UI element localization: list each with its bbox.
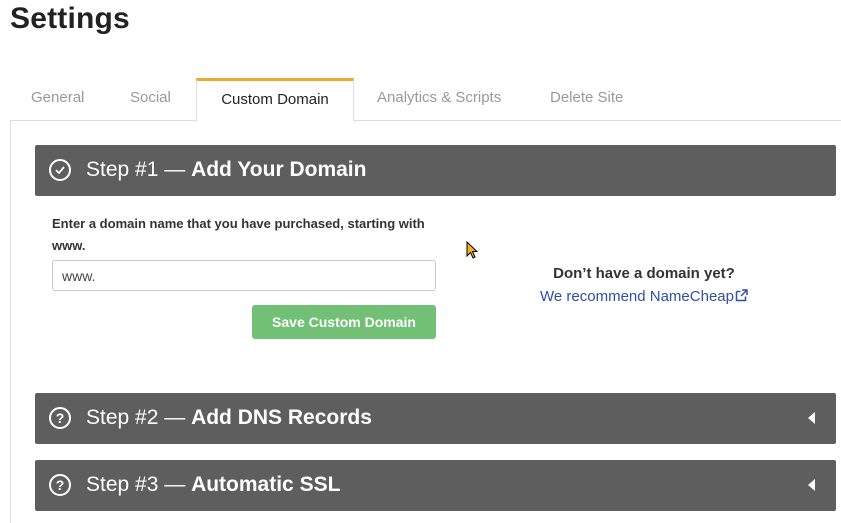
domain-input[interactable] (52, 260, 436, 291)
step-1-header[interactable]: Step #1 — Add Your Domain (35, 145, 836, 196)
domain-field-label: Enter a domain name that you have purcha… (52, 216, 425, 253)
mouse-pointer-icon (466, 240, 480, 266)
step-3-title: Step #3 — Automatic SSL (86, 473, 341, 496)
external-link-icon (735, 289, 748, 306)
custom-domain-panel: Step #1 — Add Your Domain Enter a domain… (10, 121, 841, 523)
tab-delete-site[interactable]: Delete Site (550, 78, 623, 121)
question-circle-icon: ? (49, 407, 71, 429)
namecheap-link[interactable]: We recommend NameCheap (481, 288, 807, 306)
tab-custom-domain[interactable]: Custom Domain (196, 78, 354, 122)
check-circle-icon (49, 159, 71, 181)
question-circle-icon: ? (49, 474, 71, 496)
step-3-header[interactable]: ? Step #3 — Automatic SSL (35, 460, 836, 511)
settings-tabs: General Social Custom Domain Analytics &… (10, 78, 841, 122)
no-domain-question: Don’t have a domain yet? (553, 265, 735, 282)
step-1-title: Step #1 — Add Your Domain (86, 158, 367, 181)
step-2-title: Step #2 — Add DNS Records (86, 406, 372, 429)
tab-general[interactable]: General (31, 78, 84, 121)
tab-social[interactable]: Social (130, 78, 171, 121)
collapsed-caret-icon (808, 412, 815, 424)
collapsed-caret-icon (808, 479, 815, 491)
page-title: Settings (10, 2, 130, 35)
step-2-header[interactable]: ? Step #2 — Add DNS Records (35, 393, 836, 444)
tab-analytics-scripts[interactable]: Analytics & Scripts (377, 78, 501, 121)
save-custom-domain-button[interactable]: Save Custom Domain (252, 305, 436, 339)
